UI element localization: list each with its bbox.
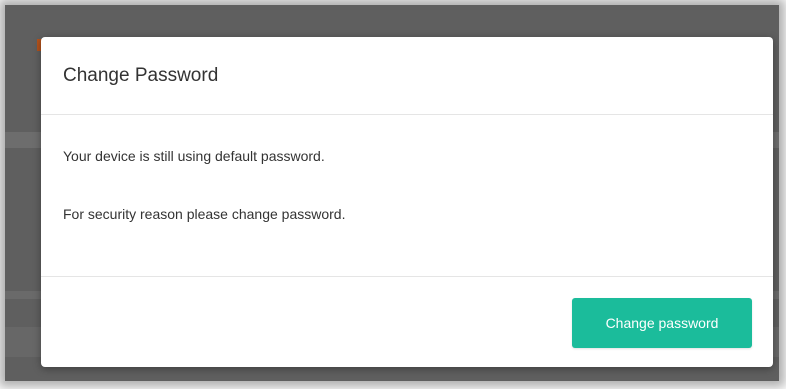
- change-password-dialog: Change Password Your device is still usi…: [41, 37, 773, 367]
- dialog-body: Your device is still using default passw…: [41, 115, 773, 277]
- dialog-footer: Change password: [41, 277, 773, 367]
- default-password-message: Your device is still using default passw…: [63, 148, 325, 164]
- security-reason-message: For security reason please change passwo…: [63, 206, 346, 222]
- dialog-header: Change Password: [41, 37, 773, 115]
- dialog-title: Change Password: [63, 65, 219, 86]
- change-password-button[interactable]: Change password: [572, 298, 752, 348]
- screen: Change Password Your device is still usi…: [0, 0, 786, 389]
